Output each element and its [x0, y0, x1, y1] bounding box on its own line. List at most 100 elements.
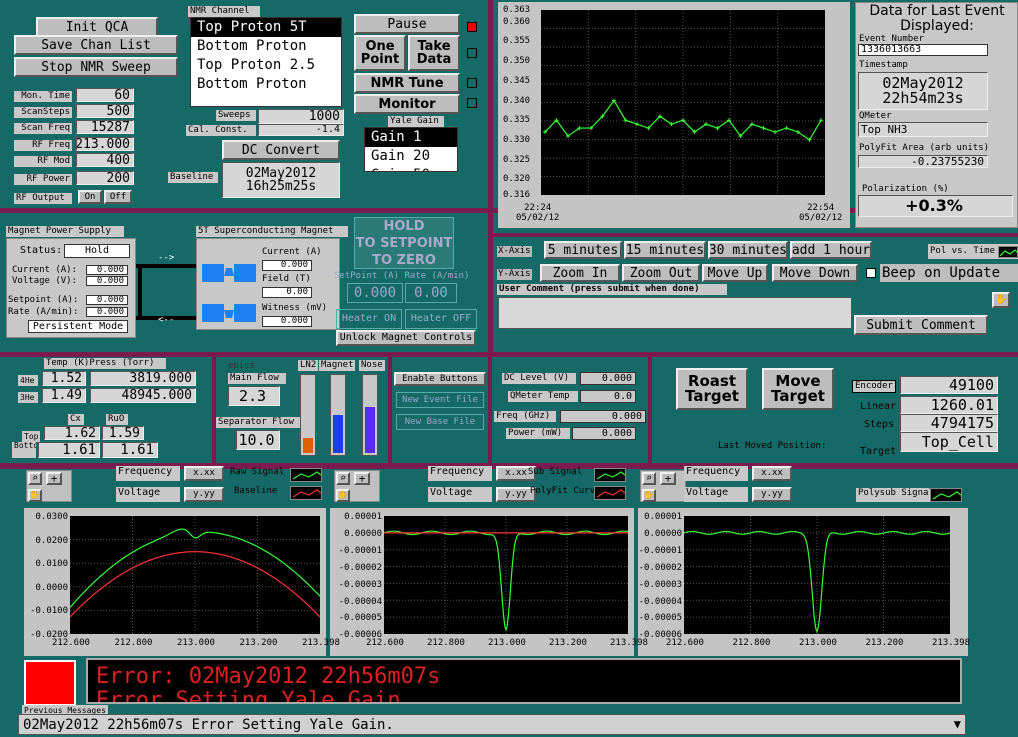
zoom-icon[interactable]: ⌕ [336, 472, 350, 485]
heater-off-button[interactable]: Heater OFF [405, 309, 477, 329]
ps-mode-field: Persistent Mode [28, 320, 128, 333]
nmr-channel-item[interactable]: Top Proton 2.5 [191, 56, 341, 75]
y-axis-button[interactable]: Move Up [702, 264, 768, 282]
x-axis-button[interactable]: add 1 hour [790, 241, 872, 259]
hand-icon[interactable]: ✋ [28, 489, 42, 502]
x-axis-button[interactable]: 30 minutes [708, 241, 788, 259]
nmr-channel-list[interactable]: Top Proton 5T Bottom Proton Top Proton 2.5… [190, 17, 342, 107]
roast-target-button[interactable]: Roast Target [676, 368, 748, 410]
polysub-plot[interactable] [684, 516, 950, 634]
pol-x-end-date: 05/02/12 [799, 213, 843, 223]
raw-signal-plot[interactable] [70, 516, 320, 634]
enable-buttons-button[interactable]: Enable Buttons [394, 372, 486, 386]
param-field[interactable]: 213.000 [76, 137, 134, 151]
hand-icon[interactable]: ✋ [336, 489, 350, 502]
plot-xtick: 213.000 [177, 638, 215, 648]
plus-icon[interactable]: + [46, 472, 62, 485]
new-event-file-button[interactable]: New Event File [396, 392, 484, 408]
yale-gain-list[interactable]: Gain 1Gain 20Gain 50 [364, 127, 458, 172]
heater-on-button[interactable]: Heater ON [336, 309, 402, 329]
sub-signal-plot[interactable] [384, 516, 628, 634]
to-setpoint-button[interactable]: TO SETPOINT [354, 235, 454, 252]
nmr-tune-button[interactable]: NMR Tune [354, 73, 460, 93]
rf-output-label: RF Output [14, 193, 72, 204]
hold-button[interactable]: HOLD [354, 218, 454, 235]
sub-ytick: -0.00001 [338, 545, 382, 556]
qmeter-temp-label: QMeter Temp [508, 391, 578, 402]
stop-nmr-sweep-button[interactable]: Stop NMR Sweep [14, 57, 178, 77]
param-field[interactable]: 500 [76, 104, 134, 118]
roast-target-label: Roast Target [685, 372, 739, 405]
qmeter-label: QMeter [859, 111, 892, 121]
nmr-channel-item[interactable]: Top Proton 5T [191, 18, 341, 37]
param-field[interactable]: 60 [76, 88, 134, 102]
beep-checkbox[interactable] [866, 268, 876, 278]
plus-icon[interactable]: + [660, 472, 676, 485]
arrow-left-icon: <-- [158, 315, 175, 325]
zoom-icon[interactable]: ⌕ [28, 472, 42, 485]
rf-off-button[interactable]: Off [104, 190, 132, 204]
plot-xtick: 213.000 [799, 638, 837, 648]
pol-point [773, 130, 777, 135]
to-zero-button[interactable]: TO ZERO [354, 252, 454, 269]
x-axis-button[interactable]: 5 minutes [544, 241, 622, 259]
pol-ytick: 0.330 [503, 134, 531, 145]
nmr-channel-item[interactable]: Bottom Proton [191, 75, 341, 94]
dc-convert-button[interactable]: DC Convert [222, 140, 340, 160]
pause-button[interactable]: Pause [354, 14, 460, 34]
y-axis-button[interactable]: Zoom In [540, 264, 620, 282]
save-chan-list-button[interactable]: Save Chan List [14, 35, 178, 55]
axis-format-button[interactable]: y.yy [184, 487, 224, 502]
nmr-channel-item[interactable]: Bottom Proton [191, 37, 341, 56]
y-axis-label: Y-Axis [497, 269, 532, 280]
take-data-button[interactable]: Take Data [408, 35, 460, 71]
pan-hand-button[interactable]: ✋ [992, 292, 1010, 308]
ps-current-label: Current (A): [12, 265, 78, 275]
axis-format-button[interactable]: y.yy [752, 487, 792, 502]
plot-xtick: 212.800 [427, 638, 465, 648]
user-comment-input[interactable] [498, 297, 852, 329]
move-target-button[interactable]: Move Target [762, 368, 834, 410]
ps-rate-label: Rate (A/min): [8, 307, 79, 317]
yale-gain-label: Yale Gain [388, 116, 444, 127]
he4-temp: 1.52 [42, 371, 86, 386]
unlock-magnet-button[interactable]: Unlock Magnet Controls [336, 330, 476, 346]
chevron-down-icon[interactable]: ▼ [954, 717, 961, 731]
one-point-button[interactable]: One Point [354, 35, 406, 71]
raw-ytick: 0.0000 [35, 582, 68, 593]
x-axis-button[interactable]: 15 minutes [624, 241, 706, 259]
yale-gain-item[interactable]: Gain 50 [365, 166, 457, 171]
pol-ytick: 0.363 [503, 5, 531, 15]
zoom-icon[interactable]: ⌕ [642, 472, 656, 485]
raw-ytick: 0.0100 [35, 559, 68, 570]
yale-gain-item[interactable]: Gain 1 [365, 128, 457, 147]
yale-gain-item[interactable]: Gain 20 [365, 147, 457, 166]
init-qca-button[interactable]: Init QCA [36, 17, 158, 37]
plus-icon[interactable]: + [354, 472, 370, 485]
rf-on-button[interactable]: On [78, 190, 102, 204]
message-dropdown[interactable]: 02May2012 22h56m07s Error Setting Yale G… [18, 714, 966, 735]
polysub-ytick: -0.00003 [638, 579, 682, 590]
cal-const-field[interactable]: -1.4 [258, 124, 344, 136]
axis-format-button[interactable]: x.xx [752, 466, 792, 481]
y-axis-button[interactable]: Move Down [772, 264, 858, 282]
monitor-button[interactable]: Monitor [354, 94, 460, 114]
param-field[interactable]: 400 [76, 153, 134, 167]
polysub-legend: Polysub Signal [856, 488, 934, 502]
axis-format-button[interactable]: x.xx [184, 466, 224, 481]
submit-comment-button[interactable]: Submit Comment [854, 315, 988, 335]
hand-icon[interactable]: ✋ [642, 489, 656, 502]
pol-chart-plot[interactable] [541, 10, 825, 195]
timestamp-time: 22h54m23s [882, 89, 964, 107]
voltage-label: Voltage [684, 487, 748, 502]
sc-field-field: 0.00 [262, 287, 312, 298]
param-field[interactable]: 200 [76, 171, 134, 185]
param-field[interactable]: 15287 [76, 120, 134, 134]
event-number-field: 1336013663 [858, 44, 988, 56]
plot-xtick: 213.200 [865, 638, 904, 648]
new-base-file-button[interactable]: New Base File [396, 414, 484, 430]
sweeps-field[interactable]: 1000 [258, 109, 344, 124]
param-label: Mon. Time [14, 91, 72, 102]
y-axis-button[interactable]: Zoom Out [622, 264, 700, 282]
timestamp-label: Timestamp [859, 60, 908, 70]
